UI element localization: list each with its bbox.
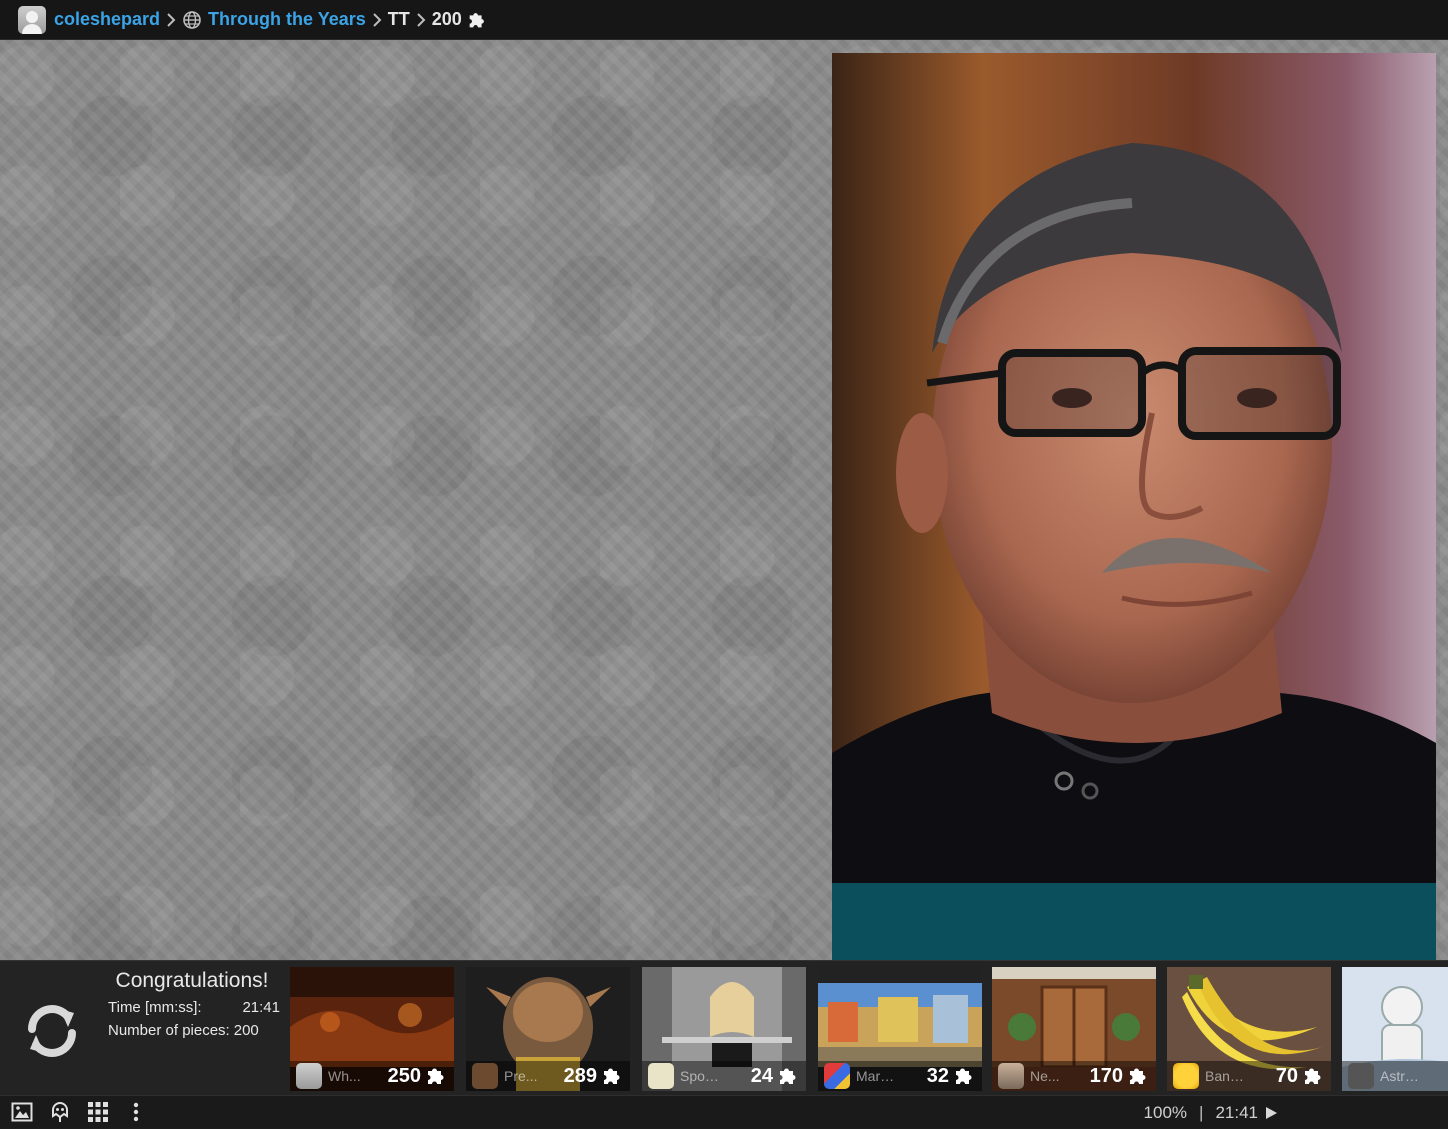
time-label: Time [mm:ss]: bbox=[108, 999, 202, 1016]
globe-icon bbox=[182, 10, 202, 30]
pieces-label: Number of pieces: bbox=[108, 1022, 230, 1039]
thumbnail-title: Ne... bbox=[1030, 1068, 1060, 1084]
completion-summary: Congratulations! Time [mm:ss]: 21:41 Num… bbox=[100, 969, 280, 1039]
refresh-icon bbox=[28, 1005, 76, 1057]
thumbnail-title: Astron... bbox=[1380, 1068, 1422, 1084]
puzzle-thumbnail[interactable]: Banana 70 bbox=[1167, 967, 1331, 1091]
grid-icon bbox=[88, 1102, 108, 1122]
thumbnail-title: Wh... bbox=[328, 1068, 361, 1084]
puzzle-board[interactable] bbox=[0, 40, 1448, 960]
thumbnail-footer: Banana 70 bbox=[1167, 1061, 1331, 1091]
time-value: 21:41 bbox=[242, 999, 280, 1016]
logo-avatar-icon bbox=[824, 1063, 850, 1089]
puzzle-thumbnail[interactable]: Astron... bbox=[1342, 967, 1448, 1091]
puzzle-thumbnail[interactable]: Pre... 289 bbox=[466, 967, 630, 1091]
thumbnail-title: Sport... bbox=[680, 1068, 722, 1084]
thumbnail-footer: Sport... 24 bbox=[642, 1061, 806, 1091]
results-panel: Congratulations! Time [mm:ss]: 21:41 Num… bbox=[0, 960, 1448, 1095]
floral-avatar-icon bbox=[648, 1063, 674, 1089]
chevron-right-icon bbox=[372, 12, 382, 28]
thumbnail-piece-count: 32 bbox=[926, 1064, 949, 1087]
user-avatar-icon bbox=[296, 1063, 322, 1089]
status-bar: 100% | 21:41 bbox=[0, 1095, 1448, 1128]
thumbnail-title: Mark... bbox=[856, 1068, 898, 1084]
thumbnail-piece-count: 170 bbox=[1089, 1064, 1123, 1087]
time-row: Time [mm:ss]: 21:41 bbox=[100, 999, 280, 1016]
kebab-menu-icon bbox=[133, 1102, 139, 1122]
completed-puzzle-image[interactable] bbox=[832, 53, 1436, 960]
ghost-image-button[interactable] bbox=[48, 1100, 72, 1124]
thumbnail-piece-count: 250 bbox=[387, 1064, 421, 1087]
thumbnail-piece-count: 24 bbox=[750, 1064, 773, 1087]
puzzle-piece-icon bbox=[780, 1068, 796, 1084]
puzzle-thumbnail[interactable]: Wh... 250 bbox=[290, 967, 454, 1091]
thumbnail-footer: Ne... 170 bbox=[992, 1061, 1156, 1091]
thumbnail-footer: Pre... 289 bbox=[466, 1061, 630, 1091]
related-puzzles-strip: Wh... 250 Pre... 289 Sport... 24 Mark...… bbox=[290, 967, 1448, 1091]
arrange-pieces-button[interactable] bbox=[86, 1100, 110, 1124]
thumbnail-title: Pre... bbox=[504, 1068, 538, 1084]
breadcrumb-piece-count: 200 bbox=[431, 9, 462, 29]
puzzle-thumbnail[interactable]: Mark... 32 bbox=[818, 967, 982, 1091]
more-options-button[interactable] bbox=[124, 1100, 148, 1124]
emoji-avatar-icon bbox=[1173, 1063, 1199, 1089]
puzzle-piece-icon bbox=[428, 1068, 444, 1084]
zoom-level[interactable]: 100% bbox=[1144, 1103, 1187, 1123]
robot-avatar-icon bbox=[1348, 1063, 1374, 1089]
thumbnail-footer: Mark... 32 bbox=[818, 1061, 982, 1091]
breadcrumb-collection-link[interactable]: Through the Years bbox=[208, 9, 366, 30]
ghost-icon bbox=[52, 1101, 68, 1122]
puzzle-piece-icon bbox=[466, 9, 488, 31]
pieces-row: Number of pieces: 200 bbox=[100, 1022, 280, 1039]
breadcrumb-user-link[interactable]: coleshepard bbox=[54, 9, 160, 30]
puzzle-piece-icon bbox=[1305, 1068, 1321, 1084]
pieces-value: 200 bbox=[233, 1022, 259, 1039]
congrats-title: Congratulations! bbox=[115, 969, 269, 992]
status-readout: 100% | 21:41 bbox=[1144, 1096, 1278, 1129]
chevron-right-icon bbox=[166, 12, 176, 28]
refresh-button[interactable] bbox=[20, 999, 84, 1063]
puzzle-piece-icon bbox=[604, 1068, 620, 1084]
thumbnail-footer: Astron... bbox=[1342, 1061, 1448, 1091]
thumbnail-piece-count: 70 bbox=[1275, 1064, 1298, 1087]
image-icon bbox=[11, 1102, 33, 1122]
thumbnail-piece-count: 289 bbox=[563, 1064, 597, 1087]
thumbnail-title: Banana bbox=[1205, 1068, 1247, 1084]
breadcrumb-puzzle-name: TT bbox=[387, 9, 410, 29]
portrait-avatar-icon bbox=[998, 1063, 1024, 1089]
chevron-right-icon bbox=[416, 12, 426, 28]
puzzle-piece-icon bbox=[1130, 1068, 1146, 1084]
user-avatar-icon[interactable] bbox=[18, 5, 46, 34]
puzzle-thumbnail[interactable]: Ne... 170 bbox=[992, 967, 1156, 1091]
creature-avatar-icon bbox=[472, 1063, 498, 1089]
breadcrumb: coleshepard Through the Years TT 200 bbox=[0, 0, 1448, 40]
thumbnail-footer: Wh... 250 bbox=[290, 1061, 454, 1091]
image-preview-button[interactable] bbox=[10, 1100, 34, 1124]
timer-display: 21:41 bbox=[1215, 1102, 1258, 1122]
puzzle-thumbnail[interactable]: Sport... 24 bbox=[642, 967, 806, 1091]
puzzle-piece-icon bbox=[956, 1068, 972, 1084]
play-icon[interactable] bbox=[1264, 1106, 1278, 1120]
status-separator: | bbox=[1199, 1102, 1204, 1122]
